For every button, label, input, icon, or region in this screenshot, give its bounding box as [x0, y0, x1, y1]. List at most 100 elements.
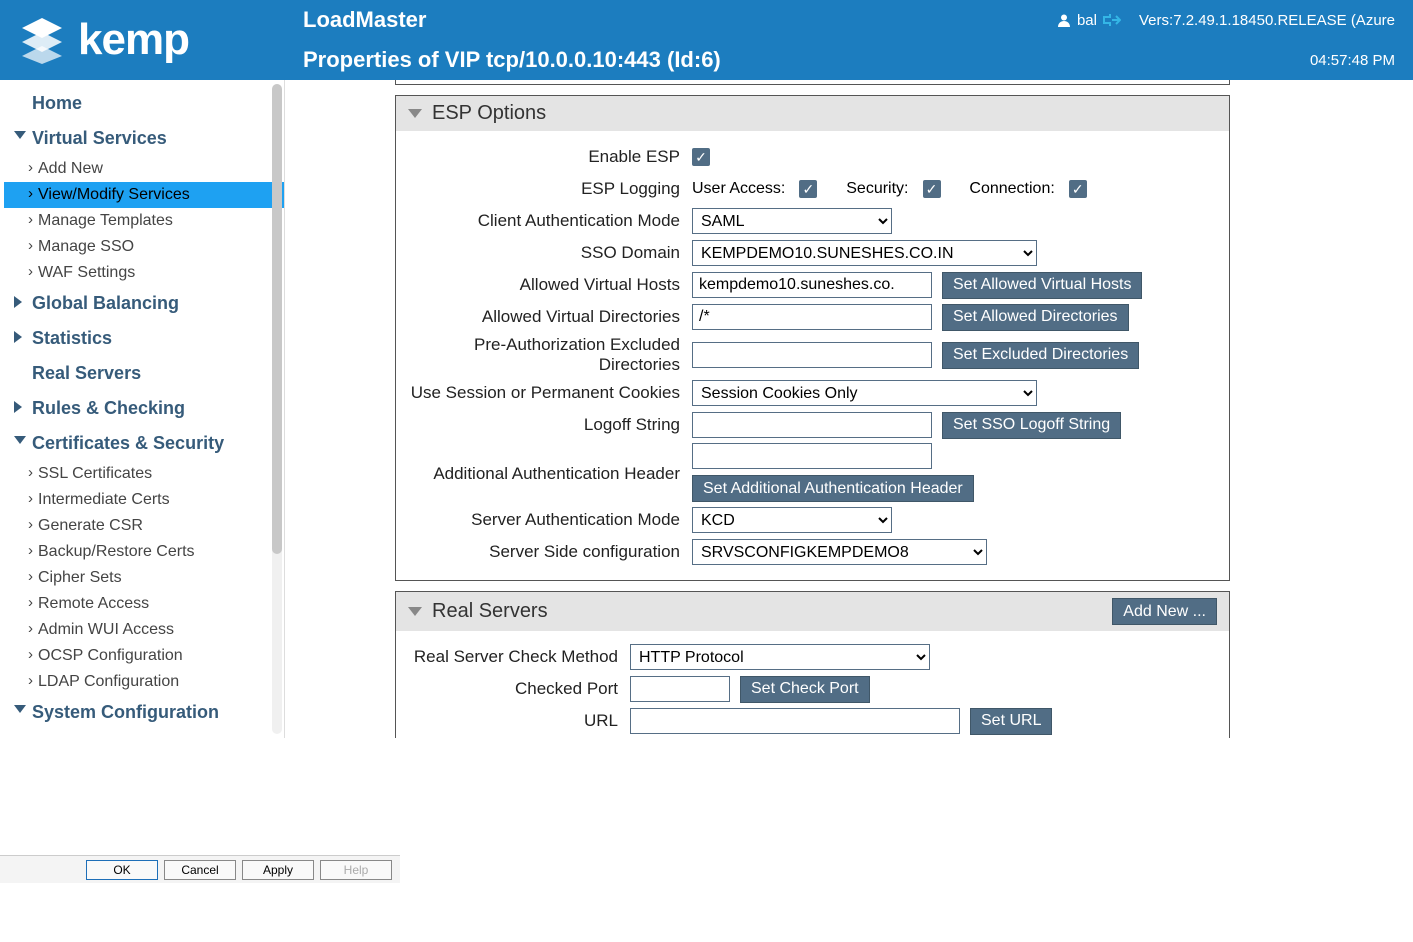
checked-port-input[interactable] [630, 676, 730, 702]
product-name: LoadMaster [303, 7, 426, 33]
server-cfg-label: Server Side configuration [410, 542, 692, 562]
nav-item[interactable]: Real Servers [4, 356, 284, 391]
caret-right-icon [14, 331, 22, 343]
sidebar-scrollbar-thumb[interactable] [272, 84, 282, 554]
nav-item[interactable]: Home [4, 86, 284, 121]
nav-sub-item[interactable]: Add New [4, 156, 284, 182]
esp-panel: ESP Options Enable ESP ✓ ESP Logging Use… [395, 95, 1230, 581]
user-info[interactable]: bal [1057, 12, 1121, 29]
nav-item[interactable]: Rules & Checking [4, 391, 284, 426]
log-connection-label: Connection: [969, 180, 1054, 198]
cancel-button[interactable]: Cancel [164, 860, 236, 880]
logo-text: kemp [78, 15, 189, 65]
check-method-select[interactable]: HTTP Protocol [630, 644, 930, 670]
nav-sub-item[interactable]: Remote Access [4, 591, 284, 617]
set-check-port-button[interactable]: Set Check Port [740, 676, 870, 703]
nav-sub-item[interactable]: Manage Templates [4, 208, 284, 234]
server-auth-label: Server Authentication Mode [410, 510, 692, 530]
set-url-button[interactable]: Set URL [970, 708, 1052, 735]
set-allowed-hosts-button[interactable]: Set Allowed Virtual Hosts [942, 272, 1142, 299]
client-auth-label: Client Authentication Mode [410, 211, 692, 231]
caret-down-icon [14, 705, 26, 713]
sidebar-scrollbar[interactable] [272, 84, 282, 734]
addhdr-label: Additional Authentication Header [410, 462, 692, 484]
rs-panel: Real Servers Add New ... Real Server Che… [395, 591, 1230, 738]
ok-button[interactable]: OK [86, 860, 158, 880]
nav-item-label: Real Servers [32, 363, 141, 383]
nav-sub-item[interactable]: LDAP Configuration [4, 669, 284, 695]
content: ESP Options Enable ESP ✓ ESP Logging Use… [285, 80, 1413, 738]
nav-item[interactable]: Certificates & Security [4, 426, 284, 461]
nav-sub-item[interactable]: Intermediate Certs [4, 487, 284, 513]
set-allowed-dirs-button[interactable]: Set Allowed Directories [942, 304, 1129, 331]
nav-item-label: Virtual Services [32, 128, 167, 148]
version-label: Vers:7.2.49.1.18450.RELEASE (Azure [1139, 12, 1395, 29]
panel-above-partial [395, 80, 1230, 85]
logoff-input[interactable] [692, 412, 932, 438]
preauth-input[interactable] [692, 342, 932, 368]
allowed-hosts-input[interactable] [692, 272, 932, 298]
esp-title: ESP Options [432, 102, 546, 125]
enable-esp-checkbox[interactable]: ✓ [692, 148, 710, 166]
sso-domain-select[interactable]: KEMPDEMO10.SUNESHES.CO.IN [692, 240, 1037, 266]
nav-item[interactable]: Statistics [4, 321, 284, 356]
rs-panel-header[interactable]: Real Servers Add New ... [396, 592, 1229, 631]
esp-logging-label: ESP Logging [410, 179, 692, 199]
allowed-dirs-label: Allowed Virtual Directories [410, 307, 692, 327]
sso-domain-label: SSO Domain [410, 243, 692, 263]
addhdr-input[interactable] [692, 443, 932, 469]
set-addhdr-button[interactable]: Set Additional Authentication Header [692, 475, 974, 502]
caret-right-icon [14, 296, 22, 308]
nav-sub-item[interactable]: Generate CSR [4, 513, 284, 539]
allowed-hosts-label: Allowed Virtual Hosts [410, 275, 692, 295]
log-security-checkbox[interactable]: ✓ [923, 180, 941, 198]
add-new-rs-button[interactable]: Add New ... [1112, 598, 1217, 625]
cookies-select[interactable]: Session Cookies Only [692, 380, 1037, 406]
allowed-dirs-input[interactable] [692, 304, 932, 330]
server-cfg-select[interactable]: SRVSCONFIGKEMPDEMO8 [692, 539, 987, 565]
nav-sub-item[interactable]: SSL Certificates [4, 461, 284, 487]
log-connection-checkbox[interactable]: ✓ [1069, 180, 1087, 198]
help-button[interactable]: Help [320, 860, 392, 880]
url-label: URL [410, 711, 630, 731]
apply-button[interactable]: Apply [242, 860, 314, 880]
nav-item-label: Rules & Checking [32, 398, 185, 418]
caret-right-icon [14, 401, 22, 413]
rs-title: Real Servers [432, 600, 548, 623]
clock: 04:57:48 PM [1310, 52, 1395, 69]
nav-item-label: Home [32, 93, 82, 113]
nav-item[interactable]: Global Balancing [4, 286, 284, 321]
nav-item[interactable]: Virtual Services [4, 121, 284, 156]
logoff-label: Logoff String [410, 415, 692, 435]
set-excluded-dirs-button[interactable]: Set Excluded Directories [942, 342, 1139, 369]
top-bar: kemp LoadMaster bal Vers:7.2.49.1.18450.… [0, 0, 1413, 80]
collapse-icon [408, 607, 422, 616]
nav-item-label: Certificates & Security [32, 433, 224, 453]
url-input[interactable] [630, 708, 960, 734]
page-title: Properties of VIP tcp/10.0.0.10:443 (Id:… [303, 47, 721, 73]
nav-sub-item[interactable]: Cipher Sets [4, 565, 284, 591]
server-auth-select[interactable]: KCD [692, 507, 892, 533]
checked-port-label: Checked Port [410, 679, 630, 699]
logout-icon[interactable] [1103, 12, 1121, 28]
client-auth-select[interactable]: SAML [692, 208, 892, 234]
log-user-checkbox[interactable]: ✓ [799, 180, 817, 198]
logo-area: kemp [0, 0, 285, 80]
caret-down-icon [14, 436, 26, 444]
nav-sub-item[interactable]: Manage SSO [4, 234, 284, 260]
set-logoff-button[interactable]: Set SSO Logoff String [942, 412, 1121, 439]
log-security-label: Security: [846, 180, 908, 198]
esp-panel-header[interactable]: ESP Options [396, 96, 1229, 131]
dialog-button-bar: OK Cancel Apply Help [0, 855, 400, 883]
nav-sub-item[interactable]: OCSP Configuration [4, 643, 284, 669]
nav-sub-item[interactable]: View/Modify Services [4, 182, 284, 208]
nav-sub-item[interactable]: Backup/Restore Certs [4, 539, 284, 565]
nav-sub-item[interactable]: Admin WUI Access [4, 617, 284, 643]
check-method-label: Real Server Check Method [410, 647, 630, 667]
nav-item-label: Global Balancing [32, 293, 179, 313]
nav-sub-item[interactable]: WAF Settings [4, 260, 284, 286]
nav-item[interactable]: System Configuration [4, 695, 284, 730]
user-icon [1057, 13, 1071, 27]
nav-item-label: System Configuration [32, 702, 219, 722]
preauth-label: Pre-Authorization Excluded Directories [410, 335, 692, 375]
